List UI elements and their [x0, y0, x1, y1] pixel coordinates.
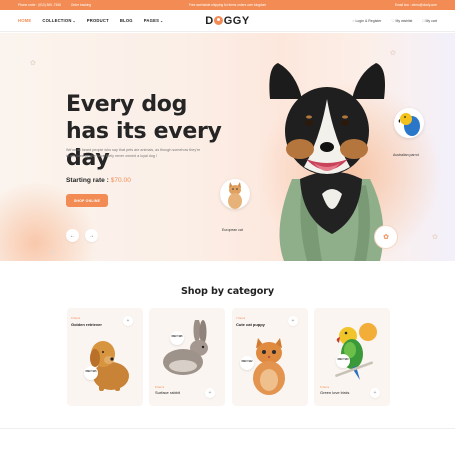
dog-image: [90, 341, 129, 391]
arrow-left-icon[interactable]: ←: [66, 229, 79, 242]
parrot-image: [398, 113, 420, 136]
paw-icon: ✿: [432, 234, 438, 241]
cat-label: European cat: [222, 228, 243, 232]
item-count: 6 Items: [320, 385, 330, 389]
email-box[interactable]: Email box : demo@doxly.com: [395, 3, 437, 7]
category-name: Cute cat puppy: [236, 321, 265, 327]
card-top-text: 9 Items Golden retriever: [71, 316, 102, 327]
paw-icon: ✿: [390, 50, 396, 57]
cat-image: [228, 182, 242, 209]
shop-online-button[interactable]: SHOP ONLINE: [66, 194, 108, 207]
plus-icon[interactable]: +: [288, 316, 298, 326]
category-name: Golden retriever: [71, 321, 102, 327]
order-tracking-link[interactable]: Order tracking: [71, 3, 91, 7]
category-card[interactable]: ONLY $40 6 Items Green love birds +: [314, 308, 390, 406]
card-bottom-text: 6 Items Green love birds: [320, 385, 349, 395]
price-bubble: ONLY $12: [240, 356, 254, 370]
category-card[interactable]: 7 Items Cute cat puppy + ONLY $12: [232, 308, 308, 406]
category-name: Surface rabbit: [155, 390, 180, 395]
price-bubble: ONLY $40: [336, 354, 350, 368]
dog-image: [269, 63, 385, 261]
plus-icon[interactable]: +: [370, 388, 380, 398]
price-bubble: ONLY $15: [84, 366, 98, 380]
arrow-right-icon[interactable]: →: [85, 229, 98, 242]
section-divider: [0, 428, 455, 429]
top-bar: Phone order : (010) 365 -7545 Order trac…: [0, 0, 455, 10]
item-count: 8 Items: [155, 385, 165, 389]
rabbit-image: [163, 320, 208, 375]
paw-logo-icon: [214, 16, 224, 25]
hero-section: ✿ ✿ ✿ ✿ Every dog has its every day We'v…: [0, 33, 455, 261]
hero-title: Every dog has its every day: [66, 92, 222, 171]
item-count: 9 Items: [71, 316, 81, 320]
paw-icon: ✿: [50, 250, 56, 257]
category-title: Shop by category: [180, 286, 275, 297]
main-nav: HOME COLLECTION⌄ PRODUCT BLOG PAGES⌄ D GG…: [0, 10, 455, 32]
price-bubble: ONLY $25: [170, 331, 184, 345]
hero-description: We've all heard people who say that pets…: [66, 148, 201, 158]
category-name: Green love birds: [320, 390, 350, 395]
site-logo[interactable]: D GGY: [0, 15, 455, 27]
phone-order[interactable]: Phone order : (010) 365 -7545: [18, 3, 61, 7]
lovebird-image: [335, 323, 377, 380]
plus-icon[interactable]: +: [205, 388, 215, 398]
category-card[interactable]: ONLY $25 8 Items Surface rabbit +: [149, 308, 225, 406]
parrot-label: Australian parrot: [393, 153, 419, 157]
logo-text-start: D: [205, 15, 214, 27]
plus-icon[interactable]: +: [123, 316, 133, 326]
paw-badge-icon: ✿: [374, 225, 398, 249]
parrot-avatar[interactable]: [394, 108, 424, 138]
rate-value: $70.00: [110, 177, 131, 184]
logo-text-end: GGY: [223, 15, 250, 27]
paw-icon: ✿: [30, 60, 36, 67]
card-top-text: 7 Items Cute cat puppy: [236, 316, 265, 327]
category-card[interactable]: 9 Items Golden retriever + ONLY $15: [67, 308, 143, 406]
starting-rate: Starting rate : $70.00: [66, 177, 131, 184]
item-count: 7 Items: [236, 316, 246, 320]
card-bottom-text: 8 Items Surface rabbit: [155, 385, 180, 395]
rate-label: Starting rate :: [66, 177, 109, 184]
cat-avatar[interactable]: [220, 179, 250, 209]
